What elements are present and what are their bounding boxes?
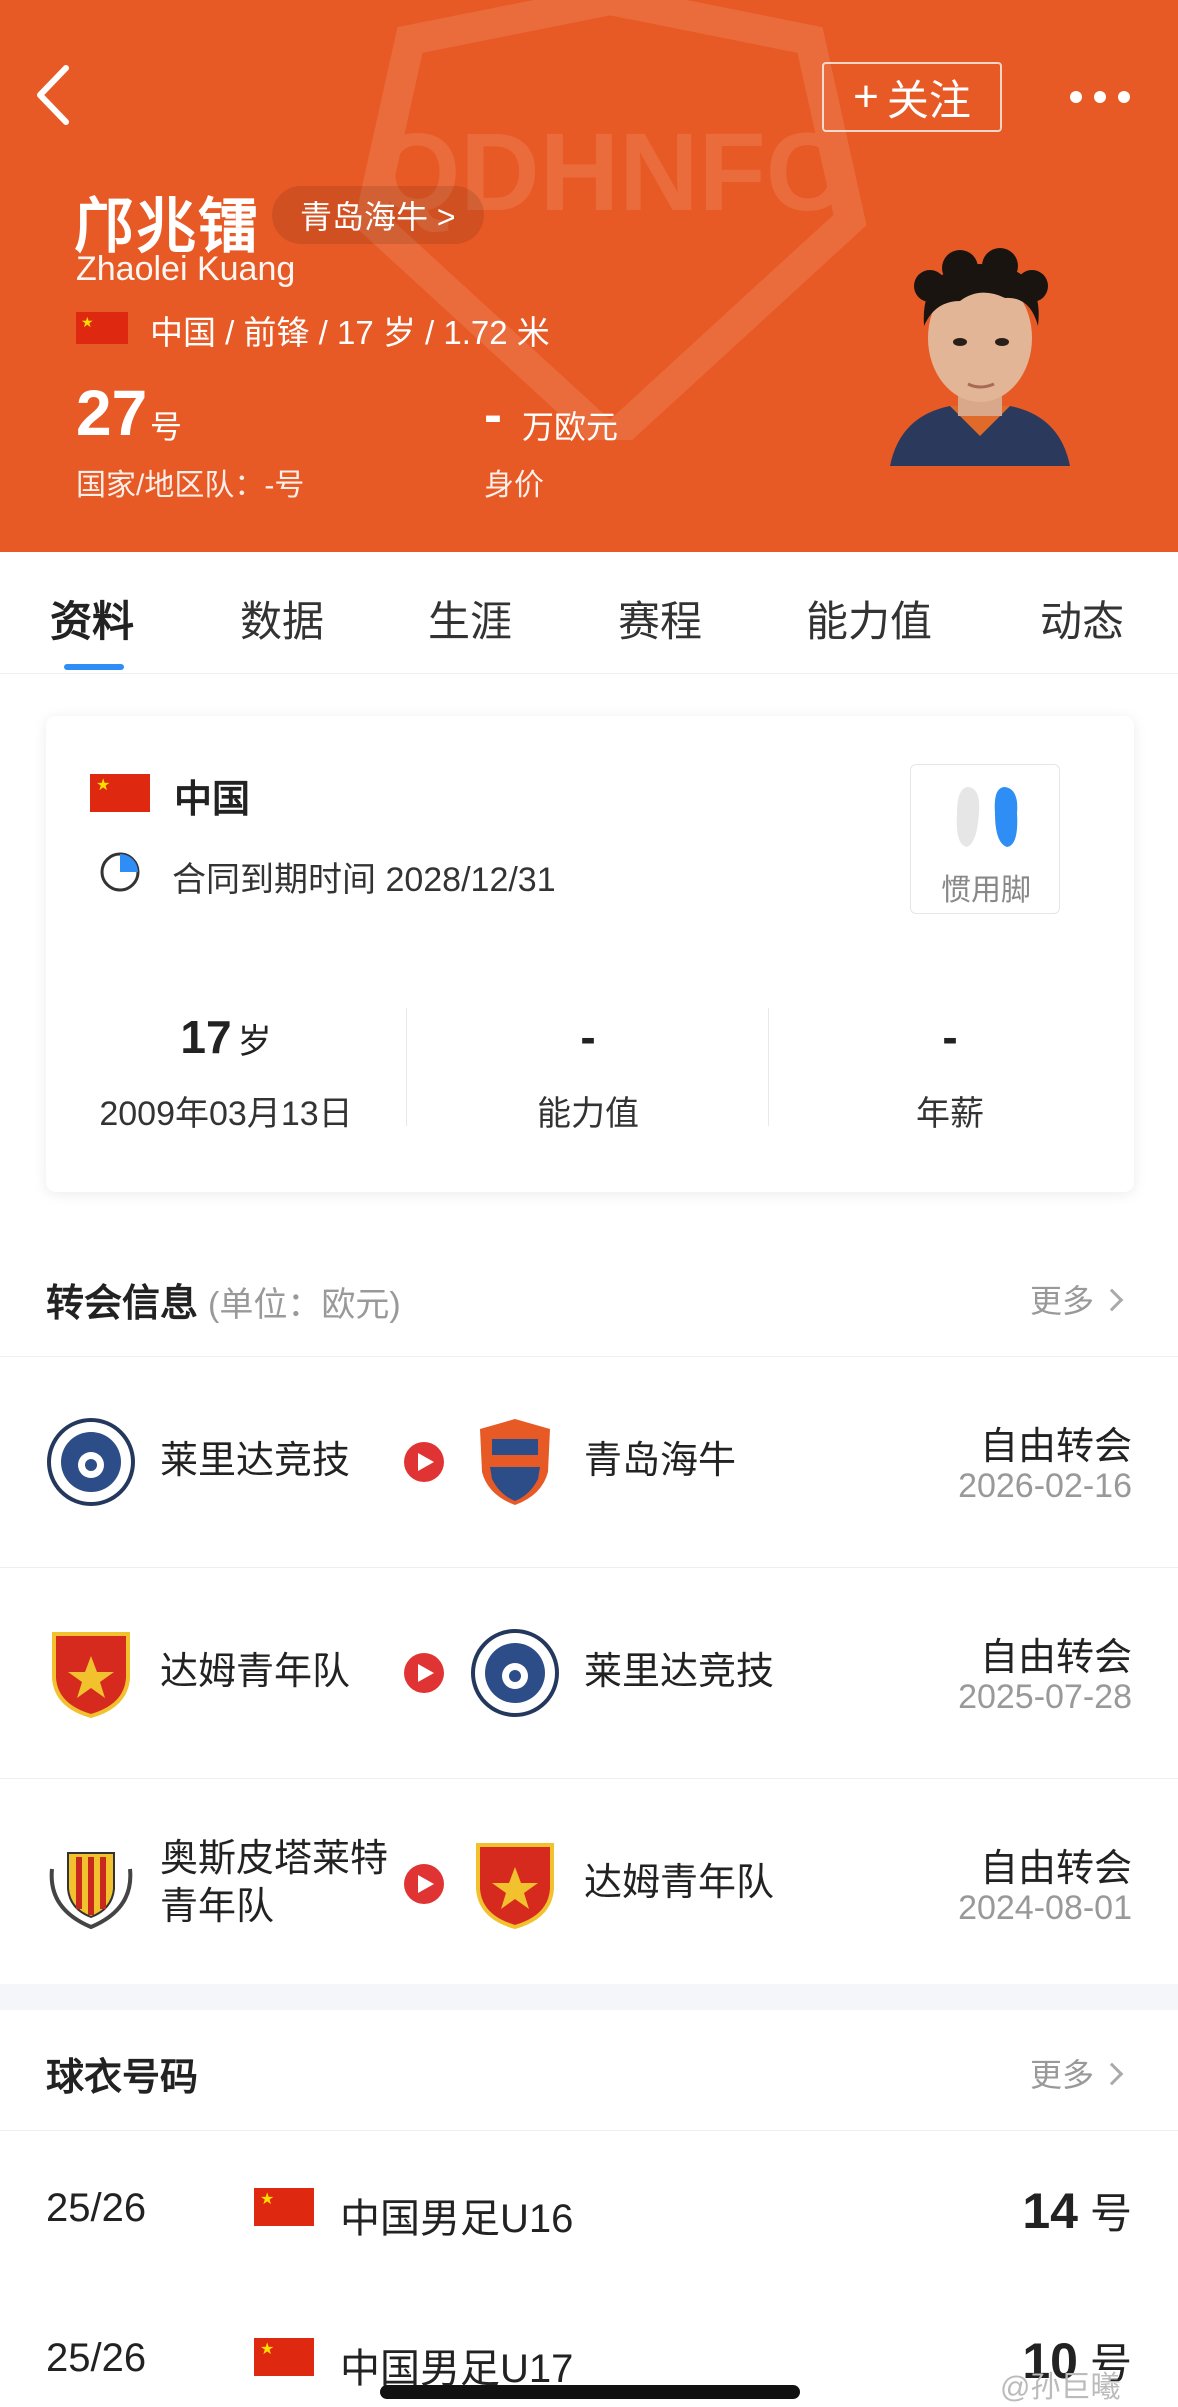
transfer-type: 自由转会 [979,1637,1132,1679]
stat-ability: - 能力值 [408,1006,768,1135]
chevron-right-icon [1100,2062,1124,2086]
transfers-section-title: 转会信息 (单位：欧元) [46,1283,401,1325]
player-meta: 中国 / 前锋 / 17 岁 / 1.72 米 [150,314,550,351]
chevron-right-icon [1100,1288,1124,1312]
transfer-date: 2024-08-01 [958,1889,1132,1927]
transfer-arrow-icon [404,1864,444,1904]
transfers-unit: (单位：欧元) [208,1286,401,1324]
plus-icon: + [853,72,879,121]
follow-label: 关注 [886,76,971,124]
section-separator [0,1984,1178,2010]
transfer-date: 2025-07-28 [958,1678,1132,1716]
transfer-arrow-icon [404,1442,444,1482]
transfer-row[interactable]: 莱里达竞技 青岛海牛 自由转会 2026-02-16 [0,1357,1178,1567]
season: 25/26 [46,2336,147,2380]
tab-profile[interactable]: 资料 [50,588,134,649]
contract-expiry: 合同到期时间 2028/12/31 [172,861,556,899]
transfer-type: 自由转会 [979,1848,1132,1890]
divider [0,2130,1178,2131]
stat-age: 17 岁 2009年03月13日 [46,1006,406,1135]
weibo-watermark: @孙巨曦 [1000,2371,1121,2404]
age-unit: 岁 [237,1023,272,1061]
home-indicator[interactable] [380,2385,800,2399]
transfers-more-link[interactable]: 更多 [1030,1276,1124,1322]
china-flag-icon [254,2338,314,2376]
tab-career[interactable]: 生涯 [428,588,512,649]
tab-news[interactable]: 动态 [1040,588,1124,649]
transfer-row[interactable]: 奥斯皮塔莱特青年队 达姆青年队 自由转会 2024-08-01 [0,1779,1178,1989]
china-flag-icon [90,774,150,812]
transfer-date: 2026-02-16 [958,1467,1132,1505]
birth-date: 2009年03月13日 [99,1095,353,1133]
active-tab-indicator [64,664,124,670]
stat-divider [768,1008,769,1126]
player-avatar [890,248,1070,466]
stat-divider [406,1008,407,1126]
profile-tabs: 资料 数据 生涯 赛程 能力值 动态 [0,552,1178,674]
follow-button[interactable]: + 关注 [822,62,1002,132]
back-icon[interactable] [30,62,80,128]
transfer-row[interactable]: 达姆青年队 莱里达竞技 自由转会 2025-07-28 [0,1568,1178,1778]
tab-stats[interactable]: 数据 [240,588,324,649]
market-value-unit: 万欧元 [522,409,619,445]
transfer-from-team: 莱里达竞技 [160,1440,351,1482]
player-name-english: Zhaolei Kuang [76,250,296,288]
ability-value: - [580,1011,596,1063]
season: 25/26 [46,2186,147,2230]
contract-clock-icon [100,852,140,892]
shirt-number-row[interactable]: 25/26 中国男足U16 14号 [0,2140,1178,2280]
transfer-arrow-icon [404,1653,444,1693]
country-name: 中国 [174,779,251,821]
more-options-icon[interactable] [1070,82,1130,112]
player-info-card: 中国 合同到期时间 2028/12/31 惯用脚 17岁 2009年03月13日… [46,716,1134,1192]
age-value: 17 [180,1011,232,1063]
market-value-label: 身价 [484,469,544,502]
shirt-team: 中国男足U16 [340,2197,574,2241]
salary-value: - [942,1011,958,1063]
lleida-badge-icon [471,1629,559,1717]
salary-label: 年薪 [916,1095,984,1133]
market-value: - [484,385,502,445]
transfer-to-team: 达姆青年队 [584,1862,775,1904]
transfer-to-team: 青岛海牛 [584,1440,737,1482]
china-flag-icon [254,2188,314,2226]
preferred-foot-label: 惯用脚 [941,874,1031,907]
transfer-from-team: 奥斯皮塔莱特青年队 [160,1838,389,1928]
player-profile-page: QDHNFC + 关注 邝兆镭 青岛海牛 > Zhaolei Kuang 中国 … [0,0,1178,2407]
transfer-from-team: 达姆青年队 [160,1651,351,1693]
national-team-number: 国家/地区队：-号 [76,469,305,502]
tab-schedule[interactable]: 赛程 [618,588,702,649]
player-header: QDHNFC + 关注 邝兆镭 青岛海牛 > Zhaolei Kuang 中国 … [0,0,1178,552]
damm-badge-icon [52,1632,130,1718]
stat-salary: - 年薪 [770,1006,1130,1135]
shirt-number-value: 14 号 [1022,2183,1132,2239]
lleida-badge-icon [47,1418,135,1506]
club-link[interactable]: 青岛海牛 > [272,186,484,244]
hospitalet-badge-icon [49,1852,133,1929]
ability-label: 能力值 [537,1095,639,1133]
transfer-to-team: 莱里达竞技 [584,1651,775,1693]
china-flag-icon [76,312,128,344]
preferred-foot-widget: 惯用脚 [910,764,1060,914]
shirt-number: 27 [76,377,148,449]
tab-ability[interactable]: 能力值 [806,588,932,649]
shirt-numbers-section-title: 球衣号码 [46,2057,199,2099]
shirt-number-unit: 号 [150,409,183,445]
footprint-icon [956,787,1018,847]
shirt-numbers-more-link[interactable]: 更多 [1030,2050,1124,2096]
transfer-type: 自由转会 [979,1426,1132,1468]
damm-badge-icon [476,1843,554,1929]
qingdao-badge-icon [480,1419,550,1505]
